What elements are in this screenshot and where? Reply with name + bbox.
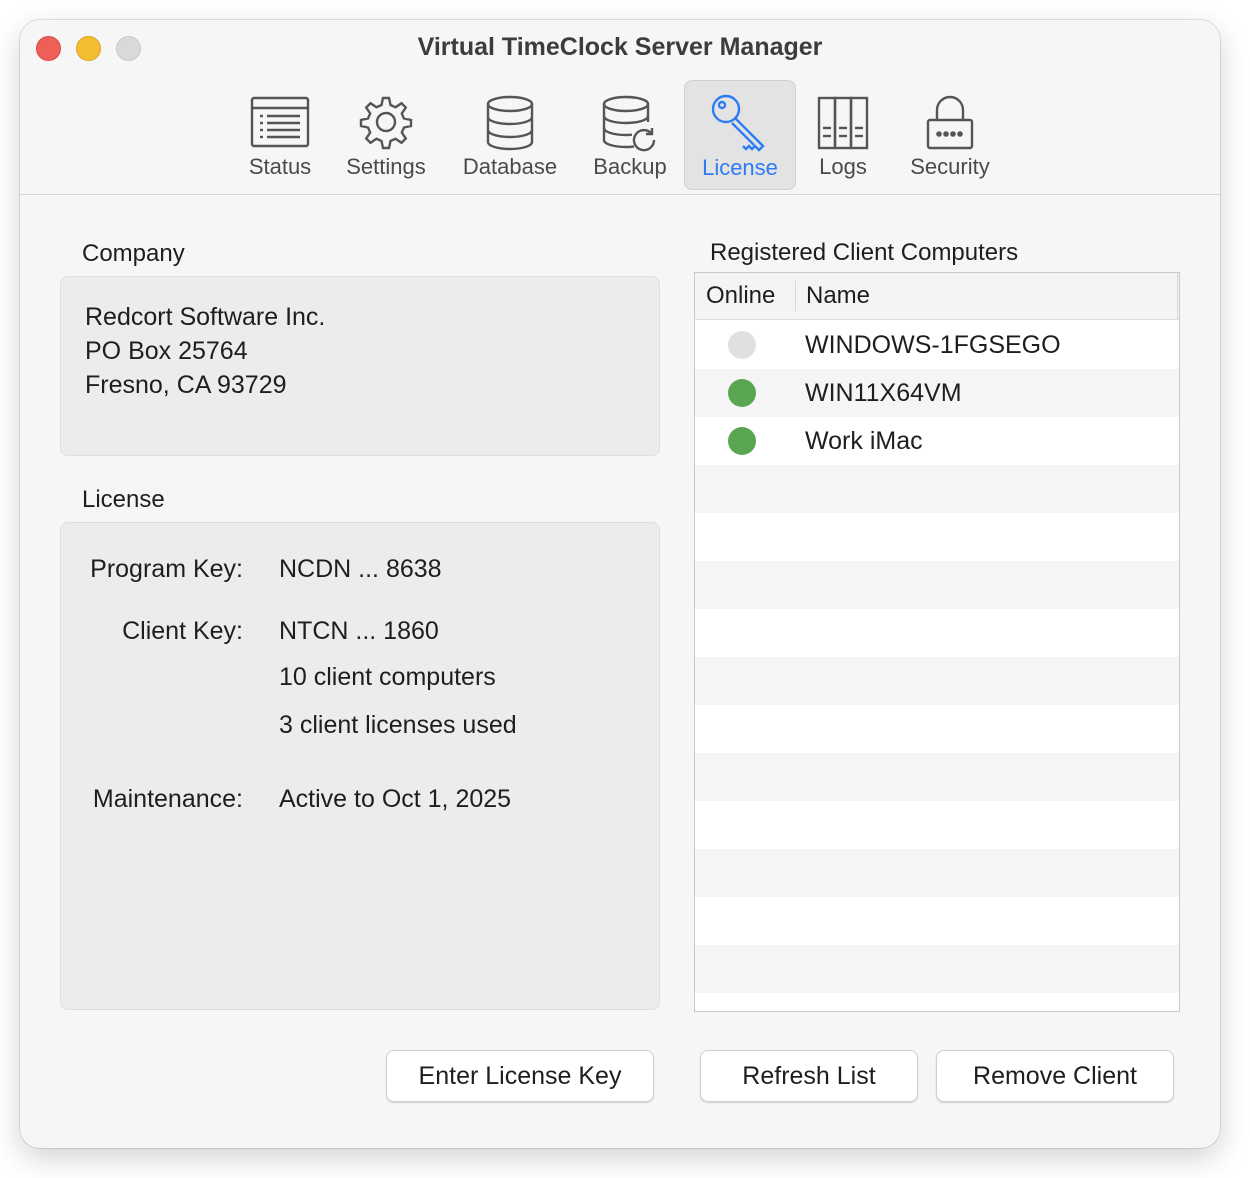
remove-client-button[interactable]: Remove Client xyxy=(936,1050,1174,1102)
empty-row xyxy=(695,801,1179,849)
client-name: WIN11X64VM xyxy=(805,379,962,407)
empty-row xyxy=(695,705,1179,753)
license-section-label: License xyxy=(82,486,165,513)
company-city: Fresno, CA 93729 xyxy=(85,371,287,399)
offline-status-icon xyxy=(728,331,756,359)
empty-row xyxy=(695,513,1179,561)
empty-row xyxy=(695,753,1179,801)
client-name: WINDOWS-1FGSEGO xyxy=(805,331,1061,359)
toolbar-item-status[interactable]: Status xyxy=(238,80,322,190)
app-window: Virtual TimeClock Server Manager Status … xyxy=(20,20,1220,1148)
database-icon xyxy=(486,95,534,151)
program-key-label: Program Key: xyxy=(90,555,243,583)
client-licenses-used: 3 client licenses used xyxy=(279,711,517,739)
empty-row xyxy=(695,609,1179,657)
online-status-icon xyxy=(728,427,756,455)
column-header-online[interactable]: Online xyxy=(706,282,775,310)
toolbar-item-settings[interactable]: Settings xyxy=(338,80,434,190)
clients-table-header: Online Name xyxy=(695,273,1179,320)
empty-row xyxy=(695,657,1179,705)
toolbar-label-settings: Settings xyxy=(346,154,426,179)
empty-row xyxy=(695,561,1179,609)
toolbar-label-logs: Logs xyxy=(819,154,867,179)
client-key-value: NTCN ... 1860 xyxy=(279,617,439,645)
toolbar-item-logs[interactable]: Logs xyxy=(810,80,876,190)
column-separator-end xyxy=(1177,273,1178,319)
table-row[interactable]: WINDOWS-1FGSEGO xyxy=(695,321,1179,369)
company-section-label: Company xyxy=(82,240,185,267)
logs-binders-icon xyxy=(817,96,869,150)
toolbar-label-license: License xyxy=(702,155,778,180)
toolbar-divider xyxy=(20,194,1220,195)
window-title: Virtual TimeClock Server Manager xyxy=(417,33,823,61)
maintenance-value: Active to Oct 1, 2025 xyxy=(279,785,512,813)
toolbar-label-database: Database xyxy=(462,154,558,179)
toolbar-label-backup: Backup xyxy=(593,154,667,179)
lock-icon xyxy=(926,95,974,150)
backup-database-icon xyxy=(602,95,656,152)
toolbar-label-security: Security xyxy=(910,154,990,179)
titlebar: Virtual TimeClock Server Manager Status … xyxy=(20,20,1220,194)
maintenance-label: Maintenance: xyxy=(92,785,243,813)
table-row[interactable]: WIN11X64VM xyxy=(695,369,1179,417)
status-list-icon xyxy=(250,96,310,148)
license-box: Program Key: NCDN ... 8638 Client Key: N… xyxy=(60,522,660,1010)
clients-section-label: Registered Client Computers xyxy=(710,239,1019,266)
table-row[interactable]: Work iMac xyxy=(695,417,1179,465)
empty-row xyxy=(695,849,1179,897)
toolbar-label-status: Status xyxy=(248,154,312,179)
gear-icon xyxy=(359,96,413,150)
clients-table[interactable]: Online Name WINDOWS-1FGSEGO WIN11X64VM Wor… xyxy=(694,272,1180,1012)
column-header-name[interactable]: Name xyxy=(806,282,870,310)
empty-row xyxy=(695,945,1179,993)
column-separator xyxy=(795,281,796,311)
enter-license-key-button[interactable]: Enter License Key xyxy=(386,1050,654,1102)
toolbar-item-security[interactable]: Security xyxy=(900,80,1000,190)
toolbar-item-backup[interactable]: Backup xyxy=(582,80,678,190)
toolbar-item-database[interactable]: Database xyxy=(452,80,568,190)
client-key-label: Client Key: xyxy=(122,617,243,645)
client-computers-count: 10 client computers xyxy=(279,663,496,691)
company-name: Redcort Software Inc. xyxy=(85,303,326,331)
toolbar-item-license[interactable]: License xyxy=(684,80,796,190)
key-icon xyxy=(711,94,765,152)
online-status-icon xyxy=(728,379,756,407)
program-key-value: NCDN ... 8638 xyxy=(279,555,442,583)
refresh-list-button[interactable]: Refresh List xyxy=(700,1050,918,1102)
client-name: Work iMac xyxy=(805,427,923,455)
empty-row xyxy=(695,897,1179,945)
company-box: Redcort Software Inc. PO Box 25764 Fresn… xyxy=(60,276,660,456)
company-address: PO Box 25764 xyxy=(85,337,248,365)
empty-row xyxy=(695,465,1179,513)
